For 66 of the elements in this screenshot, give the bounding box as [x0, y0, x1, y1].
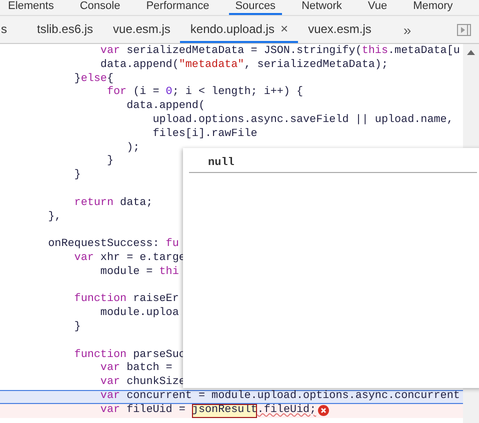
code-text: { [106, 72, 114, 86]
code-keyword: var [99, 404, 120, 418]
code-keyword: var [99, 45, 120, 59]
code-text: concurrent = module.upload.options.async.concurrent [126, 390, 460, 404]
error-text: .fileUid; [257, 404, 316, 418]
file-tab[interactable]: vuex.esm.js [298, 16, 382, 43]
code-text: } [73, 72, 81, 86]
code-keyword: var [73, 252, 94, 266]
panel-tab[interactable]: Elements [2, 0, 60, 15]
code-keyword: else [80, 72, 107, 86]
code-text: data.append( [126, 100, 205, 114]
close-icon[interactable]: × [280, 21, 288, 36]
file-name: vue.esm.js [113, 22, 170, 36]
panel-tab[interactable]: Network [296, 0, 348, 15]
search-match: jsonResult [192, 404, 258, 418]
file-tab[interactable]: vue.esm.js [103, 16, 180, 43]
panel-tab[interactable]: Memory [407, 0, 459, 15]
code-text: files[i].rawFile [152, 128, 258, 142]
file-name: tslib.es6.js [37, 22, 94, 36]
code-text: module = [99, 266, 154, 280]
code-text: .metaData[u [388, 45, 460, 59]
code-keyword: return [73, 196, 114, 211]
code-text: ; i < length; i++) { [172, 86, 304, 100]
code-keyword: function [73, 348, 127, 362]
code-text: batch = [126, 362, 172, 376]
code-keyword: var [99, 362, 120, 376]
code-text: parseSuc [132, 348, 186, 362]
scroll-up-icon[interactable] [467, 50, 475, 55]
file-name: kendo.upload.js [190, 22, 274, 36]
code-text: data.append( [99, 58, 179, 73]
file-name: s [1, 22, 7, 36]
code-keyword: var [99, 376, 120, 390]
code-text: serializedMetaData = JSON.stringify( [126, 45, 362, 59]
code-number: 0 [166, 86, 172, 100]
panel-tab[interactable]: Performance [140, 0, 216, 15]
error-icon [318, 405, 330, 416]
file-name: vuex.esm.js [308, 22, 372, 36]
code-text: upload.options.async.saveField || upload.name, [152, 114, 454, 128]
code-text: onRequestSuccess: [47, 238, 160, 252]
code-text: raiseEr [132, 293, 179, 307]
code-text: }, [47, 210, 62, 224]
code-text: } [73, 320, 81, 335]
code-keyword: for [106, 86, 127, 100]
code-keyword: this [362, 45, 388, 59]
sidebar-toggle-icon[interactable] [457, 24, 471, 36]
code-keyword: function [73, 293, 127, 307]
code-string: "metadata" [178, 58, 244, 73]
code-keyword: var [99, 390, 120, 404]
code-keyword: fu [166, 238, 179, 252]
code-text: module.uploa [99, 307, 179, 321]
more-tabs-button[interactable]: » [391, 16, 424, 43]
code-text: } [106, 155, 114, 170]
panel-tab[interactable]: Vue [362, 0, 394, 15]
file-tab[interactable]: s [0, 16, 27, 43]
panel-tab[interactable]: Console [74, 0, 126, 15]
code-text: data; [119, 196, 153, 211]
code-text: (i = [132, 86, 160, 100]
code-text: fileUid = [126, 404, 186, 418]
code-text: ); [126, 142, 140, 156]
code-text: } [73, 169, 81, 183]
code-text: chunkSize [126, 376, 186, 390]
file-tab[interactable]: tslib.es6.js [27, 16, 104, 43]
popup-value: null [208, 157, 234, 169]
code-text: , serializedMetaData); [244, 58, 388, 73]
file-tab[interactable]: kendo.upload.js × [180, 16, 298, 43]
code-keyword: thi [159, 266, 179, 280]
